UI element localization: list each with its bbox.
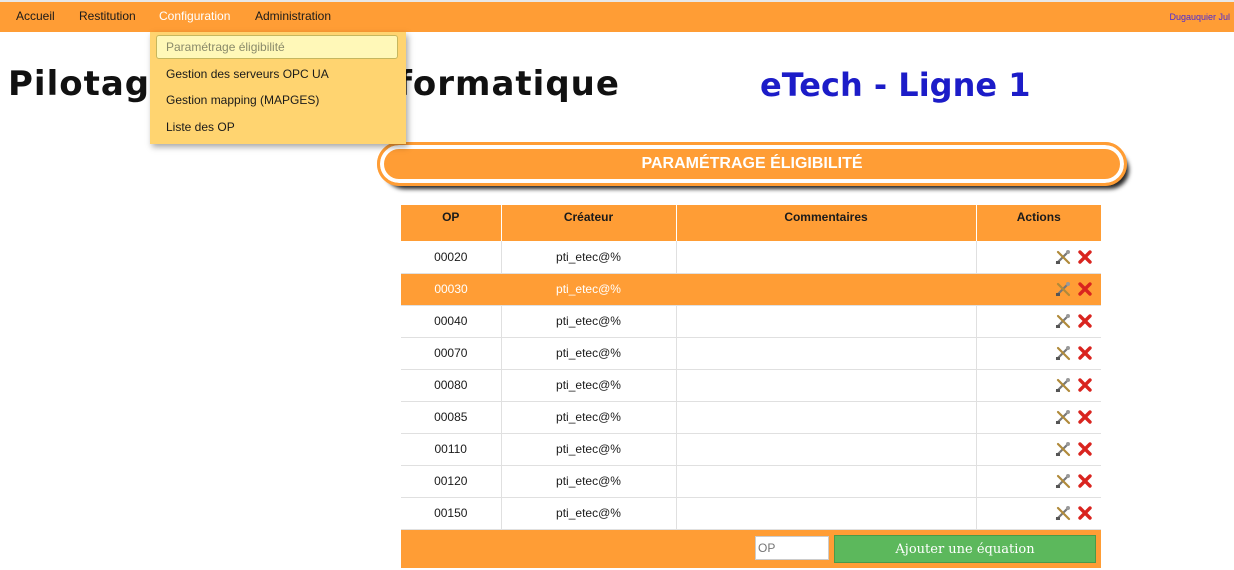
cell-comment — [676, 241, 977, 274]
cell-op: 00080 — [401, 369, 502, 402]
dropdown-item-mapping[interactable]: Gestion mapping (MAPGES) — [166, 93, 319, 107]
cell-op: 00150 — [401, 497, 502, 530]
dropdown-item-opc-ua-servers[interactable]: Gestion des serveurs OPC UA — [166, 67, 329, 81]
delete-icon[interactable] — [1077, 409, 1093, 425]
cell-creator: pti_etec@% — [501, 401, 677, 434]
cell-comment — [676, 401, 977, 434]
cell-creator: pti_etec@% — [501, 497, 677, 530]
cell-op: 00110 — [401, 433, 502, 466]
cell-actions — [976, 465, 1101, 498]
cell-op: 00120 — [401, 465, 502, 498]
add-equation-button[interactable]: Ajouter une équation — [834, 535, 1096, 563]
cell-op: 00070 — [401, 337, 502, 370]
cell-creator: pti_etec@% — [501, 465, 677, 498]
nav-restitution[interactable]: Restitution — [79, 9, 136, 23]
edit-icon[interactable] — [1055, 377, 1071, 393]
edit-icon[interactable] — [1055, 441, 1071, 457]
configuration-dropdown: Paramétrage éligibilité Gestion des serv… — [150, 32, 406, 144]
cell-creator: pti_etec@% — [501, 273, 676, 306]
cell-creator: pti_etec@% — [501, 337, 677, 370]
cell-comment — [676, 305, 977, 338]
dropdown-item-liste-op[interactable]: Liste des OP — [166, 120, 235, 134]
cell-comment — [676, 433, 977, 466]
delete-icon[interactable] — [1077, 441, 1093, 457]
edit-icon[interactable] — [1055, 313, 1071, 329]
table-row[interactable]: 00080 pti_etec@% — [401, 369, 1101, 402]
edit-icon[interactable] — [1055, 473, 1071, 489]
cell-actions — [976, 401, 1101, 434]
cell-op: 00020 — [401, 241, 502, 274]
header-actions: Actions — [976, 205, 1101, 241]
cell-op: 00040 — [401, 305, 502, 338]
table-row[interactable]: 00070 pti_etec@% — [401, 337, 1101, 370]
eligibility-table: OP Créateur Commentaires Actions 00020 pt… — [401, 205, 1101, 530]
nav-configuration[interactable]: Configuration — [159, 9, 230, 23]
header-creator[interactable]: Créateur — [501, 205, 677, 241]
section-banner: PARAMÉTRAGE ÉLIGIBILITÉ — [377, 142, 1127, 186]
table-row[interactable]: 00150 pti_etec@% — [401, 497, 1101, 530]
nav-accueil[interactable]: Accueil — [16, 9, 55, 23]
nav-administration[interactable]: Administration — [255, 9, 331, 23]
cell-actions — [976, 273, 1101, 306]
cell-actions — [976, 305, 1101, 338]
table-footer: Ajouter une équation — [401, 530, 1101, 568]
brand-title: eTech - Ligne 1 — [760, 66, 1031, 104]
delete-icon[interactable] — [1077, 473, 1093, 489]
table-row[interactable]: 00040 pti_etec@% — [401, 305, 1101, 338]
delete-icon[interactable] — [1077, 377, 1093, 393]
cell-comment — [676, 273, 976, 306]
cell-creator: pti_etec@% — [501, 241, 677, 274]
edit-icon[interactable] — [1055, 281, 1071, 297]
cell-actions — [976, 369, 1101, 402]
edit-icon[interactable] — [1055, 345, 1071, 361]
delete-icon[interactable] — [1077, 505, 1093, 521]
page-title-left: Pilotag — [8, 64, 151, 104]
cell-op: 00085 — [401, 401, 502, 434]
table-row[interactable]: 00110 pti_etec@% — [401, 433, 1101, 466]
cell-comment — [676, 465, 977, 498]
cell-op: 00030 — [401, 273, 501, 306]
edit-icon[interactable] — [1055, 505, 1071, 521]
table-row[interactable]: 00030 pti_etec@% — [401, 273, 1101, 306]
table-row[interactable]: 00020 pti_etec@% — [401, 241, 1101, 274]
table-header-row: OP Créateur Commentaires Actions — [401, 205, 1101, 241]
delete-icon[interactable] — [1077, 313, 1093, 329]
cell-actions — [976, 433, 1101, 466]
header-op[interactable]: OP — [401, 205, 502, 241]
table-row[interactable]: 00085 pti_etec@% — [401, 401, 1101, 434]
cell-creator: pti_etec@% — [501, 305, 677, 338]
cell-comment — [676, 369, 977, 402]
delete-icon[interactable] — [1077, 249, 1093, 265]
edit-icon[interactable] — [1055, 249, 1071, 265]
delete-icon[interactable] — [1077, 281, 1093, 297]
table-body: 00020 pti_etec@% 00030 pti_etec@% 00040 pti_e… — [401, 241, 1101, 530]
user-name-link[interactable]: Dugauquier Jul — [1169, 12, 1230, 22]
edit-icon[interactable] — [1055, 409, 1071, 425]
cell-comment — [676, 497, 977, 530]
cell-creator: pti_etec@% — [501, 369, 677, 402]
cell-comment — [676, 337, 977, 370]
table-row[interactable]: 00120 pti_etec@% — [401, 465, 1101, 498]
op-input[interactable] — [755, 536, 829, 560]
cell-actions — [976, 241, 1101, 274]
cell-creator: pti_etec@% — [501, 433, 677, 466]
top-nav: Accueil Restitution Configuration Admini… — [0, 0, 1234, 32]
dropdown-item-parametrage-eligibilite[interactable]: Paramétrage éligibilité — [156, 35, 398, 59]
cell-actions — [976, 497, 1101, 530]
cell-actions — [976, 337, 1101, 370]
header-comments[interactable]: Commentaires — [676, 205, 977, 241]
delete-icon[interactable] — [1077, 345, 1093, 361]
